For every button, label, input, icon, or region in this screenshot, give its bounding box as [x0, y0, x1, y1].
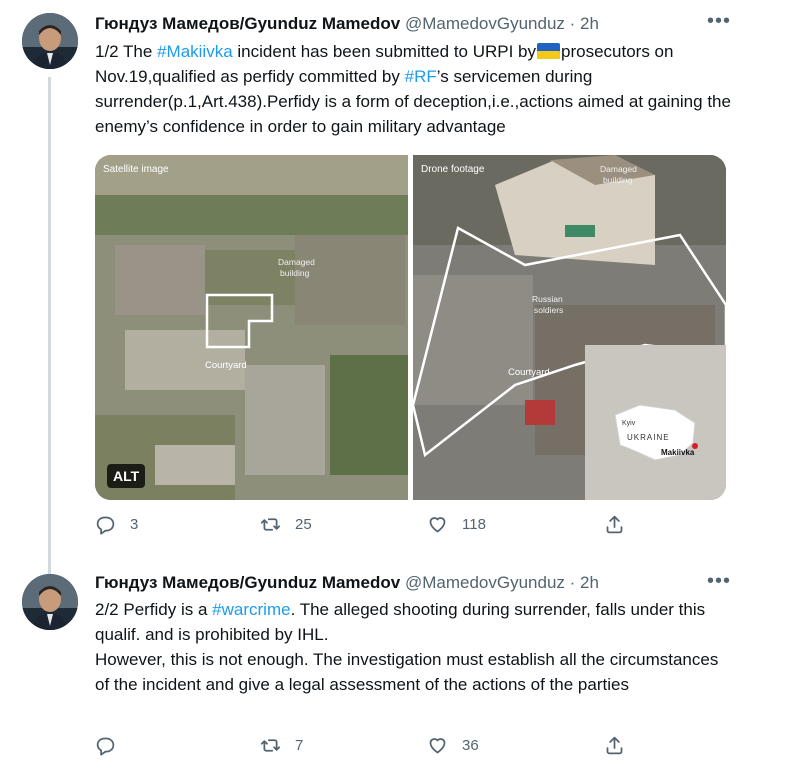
- tweet-actions: 3 25 118: [95, 514, 630, 544]
- reply-count: 3: [130, 516, 139, 533]
- text-segment: incident has been submitted to URPI by: [232, 42, 537, 61]
- map-kyiv-label: Kyiv: [622, 420, 636, 427]
- timestamp[interactable]: · 2h: [570, 14, 599, 33]
- satellite-caption: Satellite image: [103, 164, 169, 175]
- reply-icon: [96, 737, 115, 756]
- tweet-actions: 7 36: [95, 735, 630, 765]
- retweet-button[interactable]: 7: [260, 735, 303, 756]
- share-button[interactable]: [604, 735, 625, 756]
- soldiers-label: Russian: [532, 294, 563, 304]
- author-name[interactable]: Гюндуз Мамедов/Gyunduz Mamedov: [95, 573, 400, 592]
- drone-damaged-label: Damaged: [600, 164, 637, 174]
- hashtag-link[interactable]: #warcrime: [212, 600, 290, 619]
- heart-icon: [429, 738, 446, 754]
- reply-button[interactable]: [95, 735, 130, 756]
- soldiers-label-2: soldiers: [534, 305, 563, 315]
- avatar[interactable]: [22, 574, 78, 630]
- retweet-button[interactable]: 25: [260, 514, 312, 535]
- reply-icon: [96, 516, 115, 535]
- share-icon: [606, 515, 623, 534]
- tweet-text: 1/2 The #Makiivka incident has been subm…: [95, 39, 735, 139]
- reply-button[interactable]: 3: [95, 514, 138, 535]
- media-image[interactable]: Damaged building Courtyard Satellite ima…: [95, 155, 726, 500]
- share-icon: [606, 736, 623, 755]
- hashtag-link[interactable]: #Makiivka: [157, 42, 233, 61]
- author-name[interactable]: Гюндуз Мамедов/Gyunduz Mamedov: [95, 14, 400, 33]
- tweet-text: 2/2 Perfidy is a #warcrime. The alleged …: [95, 597, 735, 697]
- tweet-2[interactable]: Гюндуз Мамедов/Gyunduz Mamedov @MamedovG…: [0, 560, 785, 779]
- text-segment: 2/2 Perfidy is a: [95, 600, 213, 619]
- damaged-building-label-2: building: [280, 268, 310, 278]
- retweet-icon: [260, 739, 281, 752]
- drone-damaged-label-2: building: [603, 175, 633, 185]
- thread-line: [48, 77, 51, 575]
- drone-caption: Drone footage: [421, 164, 485, 175]
- tweet-header: Гюндуз Мамедов/Gyunduz Mamedov @MamedovG…: [95, 572, 599, 594]
- tweet-1[interactable]: Гюндуз Мамедов/Gyunduz Mamedov @MamedovG…: [0, 0, 785, 575]
- retweet-count: 25: [295, 516, 312, 533]
- like-button[interactable]: 118: [427, 514, 486, 535]
- retweet-count: 7: [295, 737, 304, 754]
- courtyard-label: Courtyard: [205, 360, 247, 371]
- like-count: 36: [462, 737, 479, 754]
- more-options-icon[interactable]: •••: [707, 10, 731, 33]
- retweet-icon: [260, 518, 281, 531]
- avatar[interactable]: [22, 13, 78, 69]
- map-city-label: Makiivka: [661, 448, 695, 457]
- author-handle[interactable]: @MamedovGyunduz: [405, 573, 565, 592]
- drone-courtyard-label: Courtyard: [508, 367, 550, 378]
- heart-icon: [429, 517, 446, 533]
- like-count: 118: [462, 516, 486, 533]
- tweet-header: Гюндуз Мамедов/Gyunduz Mamedov @MamedovG…: [95, 13, 599, 35]
- damaged-building-label: Damaged: [278, 257, 315, 267]
- share-button[interactable]: [604, 514, 625, 535]
- hashtag-link[interactable]: #RF: [405, 67, 437, 86]
- more-options-icon[interactable]: •••: [707, 570, 731, 593]
- text-segment: 1/2 The: [95, 42, 158, 61]
- author-handle[interactable]: @MamedovGyunduz: [405, 14, 565, 33]
- alt-text-badge[interactable]: ALT: [107, 464, 146, 488]
- timestamp[interactable]: · 2h: [570, 573, 599, 592]
- ukraine-flag-emoji: [537, 43, 561, 59]
- text-paragraph: However, this is not enough. The investi…: [95, 650, 719, 694]
- map-country-label: UKRAINE: [627, 433, 670, 442]
- like-button[interactable]: 36: [427, 735, 479, 756]
